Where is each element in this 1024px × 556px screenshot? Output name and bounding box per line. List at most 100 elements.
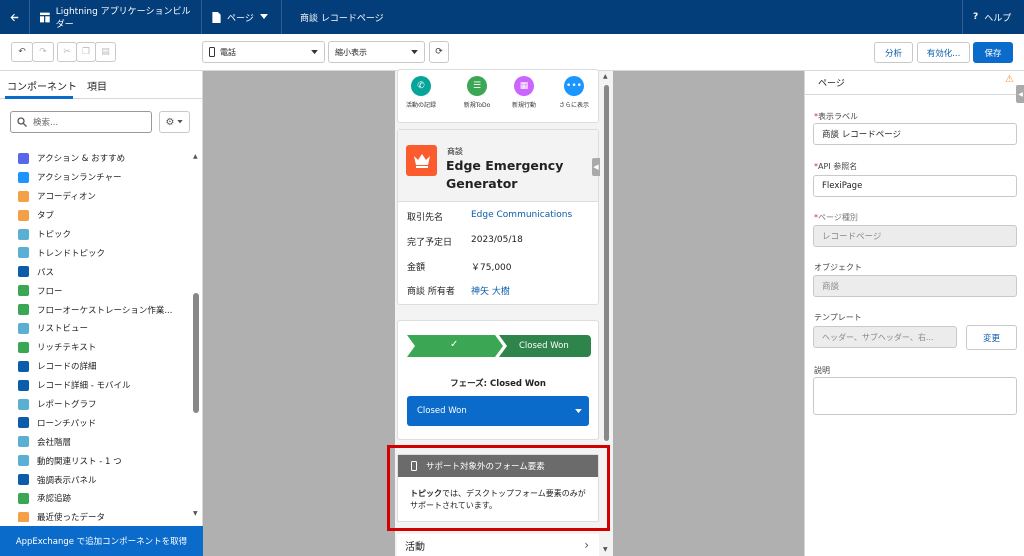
component-label: 承認追跡 bbox=[37, 494, 72, 505]
field-label: 商談 所有者 bbox=[407, 287, 455, 297]
tab-components[interactable]: コンポーネント bbox=[7, 78, 77, 93]
search-placeholder: 検索... bbox=[33, 118, 59, 128]
component-item[interactable]: 動的関連リスト - 1 つ bbox=[0, 451, 192, 470]
refresh-button[interactable]: ⟳ bbox=[429, 41, 449, 63]
change-template-button[interactable]: 変更 bbox=[966, 325, 1017, 350]
component-icon bbox=[18, 379, 29, 391]
properties-header: ページ ⚠ ◀ bbox=[805, 71, 1024, 103]
page-type-field: レコードページ bbox=[813, 225, 1017, 247]
quick-action-log-call[interactable]: ✆ 活動の記録 bbox=[401, 76, 441, 109]
component-item[interactable]: タブ bbox=[0, 206, 192, 225]
component-icon bbox=[18, 247, 29, 259]
component-item[interactable]: アクション & おすすめ bbox=[0, 149, 192, 168]
phone-icon: ✆ bbox=[411, 76, 431, 96]
paste-button[interactable]: ▤ bbox=[95, 42, 116, 62]
component-label: フローオーケストレーション作業... bbox=[37, 305, 173, 316]
field-label: 金額 bbox=[407, 263, 426, 273]
component-item[interactable]: トレンドトピック bbox=[0, 243, 192, 262]
chevron-down-icon bbox=[259, 14, 268, 19]
component-item[interactable]: フローオーケストレーション作業... bbox=[0, 300, 192, 319]
quick-action-more[interactable]: ••• さらに表示 bbox=[554, 76, 594, 109]
task-icon: ☰ bbox=[467, 76, 487, 96]
component-label: リッチテキスト bbox=[37, 343, 97, 354]
unsupported-title: サポート対象外のフォーム要素 bbox=[426, 462, 545, 472]
field-label: 完了予定日 bbox=[407, 238, 453, 248]
component-icon bbox=[18, 341, 29, 353]
chevron-down-icon bbox=[177, 120, 184, 124]
page-menu[interactable]: ページ bbox=[202, 0, 282, 34]
page-name: 商談 レコードページ bbox=[300, 13, 384, 24]
help-icon: ? bbox=[973, 12, 979, 22]
activate-button[interactable]: 有効化... bbox=[917, 42, 970, 63]
device-select[interactable]: 電話 bbox=[202, 41, 325, 63]
app-menu[interactable]: Lightning アプリケーションビルダー bbox=[30, 0, 202, 34]
analyze-button[interactable]: 分析 bbox=[874, 42, 913, 63]
component-icon bbox=[18, 417, 29, 429]
zoom-select[interactable]: 縮小表示 bbox=[328, 41, 425, 63]
quick-action-label: 活動の記録 bbox=[405, 102, 436, 109]
help-button[interactable]: ? ヘルプ bbox=[962, 0, 1024, 34]
component-item[interactable]: 会社階層 bbox=[0, 432, 192, 451]
component-icon bbox=[18, 474, 29, 486]
activity-label: 活動 bbox=[405, 541, 425, 553]
unsupported-message: トピックでは、デスクトップフォーム要素のみがサポートされています。 bbox=[410, 488, 592, 512]
component-item[interactable]: アクションランチャー bbox=[0, 168, 192, 187]
more-icon: ••• bbox=[564, 76, 584, 96]
warning-icon[interactable]: ⚠ bbox=[1005, 74, 1014, 85]
phase-label: フェーズ: Closed Won bbox=[450, 379, 546, 389]
toolbar: ↶ ↷ ✂ ❐ ▤ 電話 縮小表示 ⟳ 分析 有効化... 保存 bbox=[0, 34, 1024, 71]
gear-icon: ⚙ bbox=[165, 116, 175, 128]
undo-button[interactable]: ↶ bbox=[11, 42, 33, 62]
settings-menu-button[interactable]: ⚙ bbox=[159, 111, 190, 133]
collapse-handle-icon[interactable]: ◀ bbox=[592, 158, 600, 176]
component-item[interactable]: ローンチパッド bbox=[0, 413, 192, 432]
save-button[interactable]: 保存 bbox=[973, 42, 1013, 63]
collapse-panel-icon[interactable]: ◀ bbox=[1016, 85, 1024, 103]
component-list-scrollbar[interactable]: ▲ ▼ bbox=[192, 153, 200, 518]
calendar-icon: ▦ bbox=[514, 76, 534, 96]
description-field-label: 説明 bbox=[814, 366, 830, 375]
unsupported-component[interactable]: サポート対象外のフォーム要素 トピックでは、デスクトップフォーム要素のみがサポー… bbox=[397, 454, 599, 522]
scroll-thumb[interactable] bbox=[193, 293, 199, 413]
component-item[interactable]: フロー bbox=[0, 281, 192, 300]
appexchange-link[interactable]: AppExchange で追加コンポーネントを取得 bbox=[0, 526, 203, 556]
quick-action-new-task[interactable]: ☰ 新規ToDo bbox=[457, 76, 497, 109]
redo-button[interactable]: ↷ bbox=[32, 42, 54, 62]
phase-select[interactable]: Closed Won bbox=[407, 396, 589, 426]
cut-button[interactable]: ✂ bbox=[57, 42, 77, 62]
component-item[interactable]: リッチテキスト bbox=[0, 338, 192, 357]
component-item[interactable]: トピック bbox=[0, 225, 192, 244]
redo-icon: ↷ bbox=[39, 47, 47, 57]
component-item[interactable]: 最近使ったデータ bbox=[0, 508, 192, 522]
component-item[interactable]: パス bbox=[0, 262, 192, 281]
component-label: 動的関連リスト - 1 つ bbox=[37, 456, 122, 467]
owner-link[interactable]: 神矢 大樹 bbox=[471, 284, 510, 297]
quick-action-new-event[interactable]: ▦ 新規行動 bbox=[504, 76, 544, 109]
description-textarea[interactable] bbox=[813, 377, 1017, 415]
scroll-up-icon: ▲ bbox=[603, 73, 608, 80]
component-item[interactable]: アコーディオン bbox=[0, 187, 192, 206]
component-item[interactable]: 承認追跡 bbox=[0, 489, 192, 508]
component-item[interactable]: レコードの詳細 bbox=[0, 357, 192, 376]
component-label: フロー bbox=[37, 286, 63, 297]
component-item[interactable]: 強調表示パネル bbox=[0, 470, 192, 489]
scroll-thumb[interactable] bbox=[604, 85, 609, 441]
label-input[interactable]: 商談 レコードページ bbox=[813, 123, 1017, 145]
search-input[interactable]: 検索... bbox=[10, 111, 152, 133]
component-item[interactable]: レポートグラフ bbox=[0, 395, 192, 414]
account-link[interactable]: Edge Communications bbox=[471, 210, 572, 220]
record-name-line1: Edge Emergency bbox=[446, 158, 564, 173]
app-title: Lightning アプリケーションビルダー bbox=[55, 7, 191, 30]
back-button[interactable] bbox=[0, 0, 30, 34]
undo-icon: ↶ bbox=[18, 47, 26, 57]
copy-button[interactable]: ❐ bbox=[76, 42, 96, 62]
tab-fields[interactable]: 項目 bbox=[87, 78, 107, 93]
component-item[interactable]: リストビュー bbox=[0, 319, 192, 338]
quick-action-label: 新規行動 bbox=[511, 102, 536, 109]
phone-scrollbar[interactable]: ▲ ▼ bbox=[602, 71, 611, 556]
component-item[interactable]: レコード詳細 - モバイル bbox=[0, 376, 192, 395]
page-menu-label: ページ bbox=[227, 13, 254, 24]
activity-row[interactable]: 活動 › bbox=[397, 534, 599, 556]
chevron-right-icon: › bbox=[584, 538, 589, 552]
api-name-input[interactable]: FlexiPage bbox=[813, 175, 1017, 197]
